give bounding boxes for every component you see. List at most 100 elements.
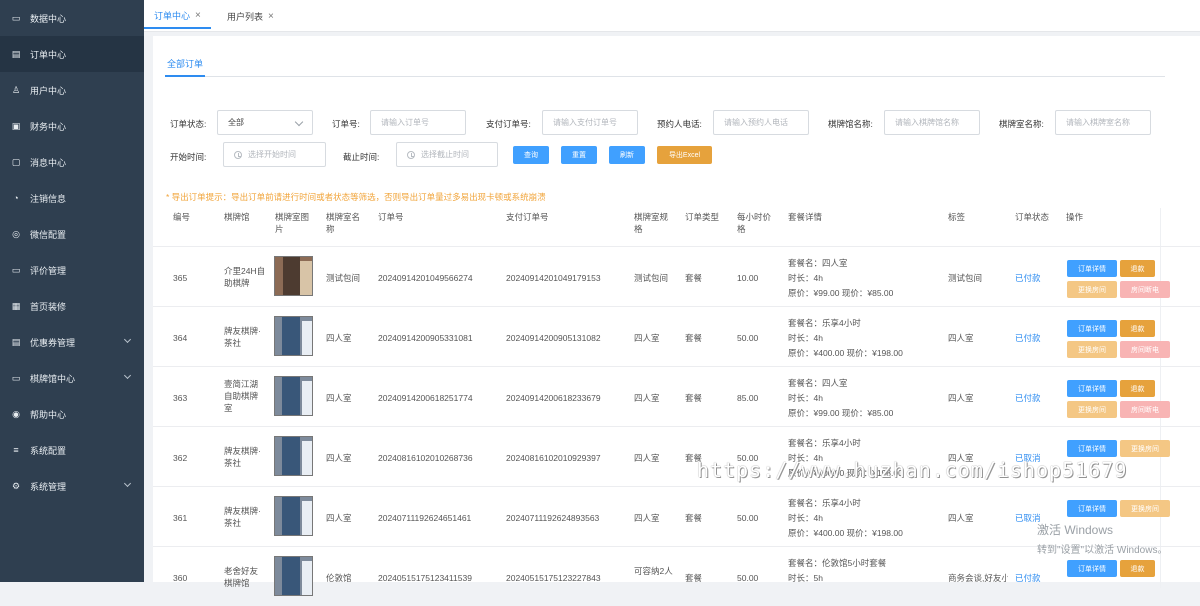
order-details-button[interactable]: 订单详情 — [1067, 380, 1117, 397]
room-image — [274, 436, 313, 476]
sidebar-item-orders[interactable]: ▤ 订单中心 — [0, 36, 144, 72]
order-details-button[interactable]: 订单详情 — [1067, 260, 1117, 277]
column-id: 编号 — [173, 212, 191, 222]
phone-label: 预约人电话: — [657, 119, 702, 129]
payment-order-number: 20240914200905131082 — [506, 333, 601, 343]
phone-input[interactable]: 请输入预约人电话 — [713, 110, 809, 135]
sidebar-item-halls[interactable]: ▭ 棋牌馆中心 — [0, 360, 144, 396]
order-type: 套餐 — [685, 573, 703, 583]
order-status: 已付款 — [1015, 393, 1041, 403]
reset-button[interactable]: 重置 — [561, 146, 597, 164]
tab-order-center[interactable]: 订单中心 × — [144, 4, 211, 29]
sidebar-item-users[interactable]: ♙ 用户中心 — [0, 72, 144, 108]
order-id: 362 — [173, 453, 188, 463]
close-icon[interactable]: × — [195, 10, 201, 21]
tab-user-list[interactable]: 用户列表 × — [217, 4, 284, 28]
order-number-input[interactable]: 请输入订单号 — [370, 110, 466, 135]
tag: 四人室 — [948, 513, 974, 523]
clock-icon — [234, 150, 242, 159]
refund-button[interactable]: 退款 — [1120, 320, 1155, 337]
order-details-button[interactable]: 订单详情 — [1067, 560, 1117, 577]
order-number: 20240914201049566274 — [378, 273, 473, 283]
change-room-button[interactable]: 更换房间 — [1120, 440, 1170, 457]
order-details-button[interactable]: 订单详情 — [1067, 320, 1117, 337]
room-name: 四人室 — [326, 513, 352, 523]
sidebar-item-reviews[interactable]: ▭ 评价管理 — [0, 252, 144, 288]
room-image — [274, 496, 313, 536]
end-time-input[interactable]: 选择截止时间 — [396, 142, 498, 167]
order-id: 363 — [173, 393, 188, 403]
sidebar-item-dashboard[interactable]: ▭ 数据中心 — [0, 0, 144, 36]
order-details-button[interactable]: 订单详情 — [1067, 500, 1117, 517]
package-name: 套餐名：四人室 — [788, 378, 848, 388]
column-order-status: 订单状态 — [1015, 212, 1050, 222]
refund-button[interactable]: 退款 — [1120, 260, 1155, 277]
order-number: 20240816102010268736 — [378, 453, 473, 463]
sidebar-item-label: 订单中心 — [30, 49, 67, 60]
sidebar-item-system-management[interactable]: ⚙ 系统管理 — [0, 468, 144, 504]
list-icon: ≡ — [13, 445, 19, 455]
tab-underline — [165, 75, 1165, 77]
order-details-button[interactable]: 订单详情 — [1067, 440, 1117, 457]
sidebar-item-help[interactable]: ◉ 帮助中心 — [0, 396, 144, 432]
power-off-room-button[interactable]: 房间断电 — [1120, 401, 1170, 418]
package-duration: 时长：4h — [788, 393, 823, 403]
power-off-room-button[interactable]: 房间断电 — [1120, 281, 1170, 298]
tab-label: 用户列表 — [227, 11, 264, 22]
payment-order-input[interactable]: 请输入支付订单号 — [542, 110, 638, 135]
order-status-select[interactable]: 全部 — [217, 110, 313, 135]
package-duration: 时长：5h — [788, 573, 823, 583]
sidebar-item-label: 首页装修 — [30, 301, 67, 312]
settings-icon: ⚙ — [11, 480, 21, 491]
chevron-down-icon — [123, 371, 132, 380]
room-name: 伦敦馆 — [326, 573, 352, 583]
sidebar-item-home-design[interactable]: ▦ 首页装修 — [0, 288, 144, 324]
hourly-price: 50.00 — [737, 333, 759, 343]
sidebar-item-label: 棋牌馆中心 — [30, 373, 76, 384]
sidebar-item-finance[interactable]: ▣ 财务中心 — [0, 108, 144, 144]
column-payment-order-number: 支付订单号 — [506, 212, 549, 222]
sidebar-item-system-config[interactable]: ≡ 系统配置 — [0, 432, 144, 468]
refund-button[interactable]: 退款 — [1120, 380, 1155, 397]
sidebar-item-coupons[interactable]: ▤ 优惠券管理 — [0, 324, 144, 360]
change-room-button[interactable]: 更换房间 — [1067, 341, 1117, 358]
hall-name-input[interactable]: 请输入棋牌馆名称 — [884, 110, 980, 135]
sidebar: ▭ 数据中心 ▤ 订单中心 ♙ 用户中心 ▣ 财务中心 ▢ 消息中心 ◔ 注销信息 ◎ 微信配… — [0, 0, 144, 582]
sidebar-item-label: 系统配置 — [30, 445, 67, 456]
room-image — [274, 556, 313, 596]
room-name-input[interactable]: 请输入棋牌室名称 — [1055, 110, 1151, 135]
order-status-value: 全部 — [228, 118, 244, 127]
order-type: 套餐 — [685, 273, 703, 283]
change-room-button[interactable]: 更换房间 — [1120, 500, 1170, 517]
tab-bar: 订单中心 × 用户列表 × — [144, 0, 1200, 32]
sidebar-item-cancel-info[interactable]: ◔ 注销信息 — [0, 180, 144, 216]
sidebar-item-messages[interactable]: ▢ 消息中心 — [0, 144, 144, 180]
refresh-button[interactable]: 刷新 — [609, 146, 645, 164]
change-room-button[interactable]: 更换房间 — [1067, 401, 1117, 418]
room-image — [274, 256, 313, 296]
export-excel-button[interactable]: 导出Excel — [657, 146, 712, 164]
order-status-label: 订单状态: — [170, 119, 207, 129]
close-icon[interactable]: × — [268, 11, 274, 22]
end-time-placeholder: 选择截止时间 — [421, 150, 469, 159]
user-icon: ♙ — [11, 84, 21, 95]
message-icon: ▢ — [11, 156, 21, 167]
column-package-details: 套餐详情 — [788, 212, 823, 222]
sidebar-item-wechat[interactable]: ◎ 微信配置 — [0, 216, 144, 252]
search-button[interactable]: 查询 — [513, 146, 549, 164]
hall-name: 介里24H自助棋牌 — [224, 266, 266, 288]
package-price: 原价：¥99.00 现价：¥85.00 — [788, 408, 894, 418]
sidebar-item-label: 评价管理 — [30, 265, 67, 276]
room-spec: 四人室 — [634, 513, 660, 523]
power-off-room-button[interactable]: 房间断电 — [1120, 341, 1170, 358]
pie-chart-icon: ◔ — [13, 193, 19, 203]
change-room-button[interactable]: 更换房间 — [1067, 281, 1117, 298]
wallet-icon: ▣ — [11, 120, 21, 131]
sidebar-item-label: 注销信息 — [30, 193, 67, 204]
start-time-input[interactable]: 选择开始时间 — [223, 142, 326, 167]
package-name: 套餐名：乐享4小时 — [788, 498, 861, 508]
hourly-price: 50.00 — [737, 573, 759, 583]
refund-button[interactable]: 退款 — [1120, 560, 1155, 577]
payment-order-number: 20240515175123227843 — [506, 573, 601, 583]
tab-all-orders[interactable]: 全部订单 — [167, 57, 203, 70]
